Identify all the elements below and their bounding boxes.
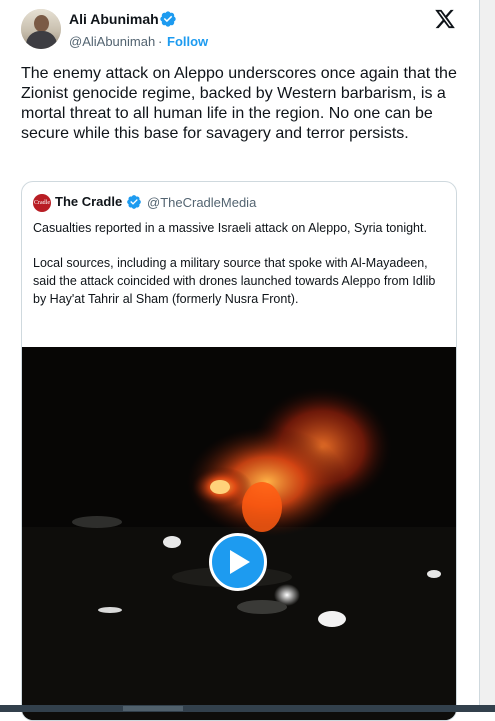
tweet-card: Ali Abunimah @AliAbunimah · Follow The e…	[0, 0, 480, 721]
avatar[interactable]	[21, 9, 61, 49]
play-button[interactable]	[209, 533, 267, 591]
author-handle[interactable]: @AliAbunimah	[69, 34, 155, 50]
quote-author-handle[interactable]: @TheCradleMedia	[147, 195, 256, 211]
quote-author-name[interactable]: The Cradle	[55, 194, 122, 210]
quote-avatar[interactable]: Cradle	[33, 194, 51, 212]
x-logo-icon[interactable]	[434, 9, 456, 29]
bottom-bar	[0, 705, 495, 712]
avatar-head	[34, 15, 49, 32]
play-icon	[230, 550, 250, 574]
follow-link[interactable]: Follow	[167, 34, 208, 50]
quoted-tweet[interactable]: Cradle The Cradle @TheCradleMedia Casual…	[21, 181, 457, 721]
separator-dot: ·	[158, 34, 163, 49]
verified-badge-icon	[160, 11, 176, 27]
quote-text: Casualties reported in a massive Israeli…	[33, 219, 445, 308]
quote-paragraph: Casualties reported in a massive Israeli…	[33, 221, 427, 235]
tweet-text: The enemy attack on Aleppo underscores o…	[21, 65, 457, 142]
video-player[interactable]	[22, 347, 456, 720]
verified-badge-icon	[127, 195, 141, 209]
scrollbar-thumb[interactable]	[123, 706, 183, 711]
quote-paragraph: Local sources, including a military sour…	[33, 256, 436, 306]
page-scroll-area	[480, 0, 495, 712]
avatar-shoulders	[26, 31, 57, 49]
author-name[interactable]: Ali Abunimah	[69, 11, 159, 28]
